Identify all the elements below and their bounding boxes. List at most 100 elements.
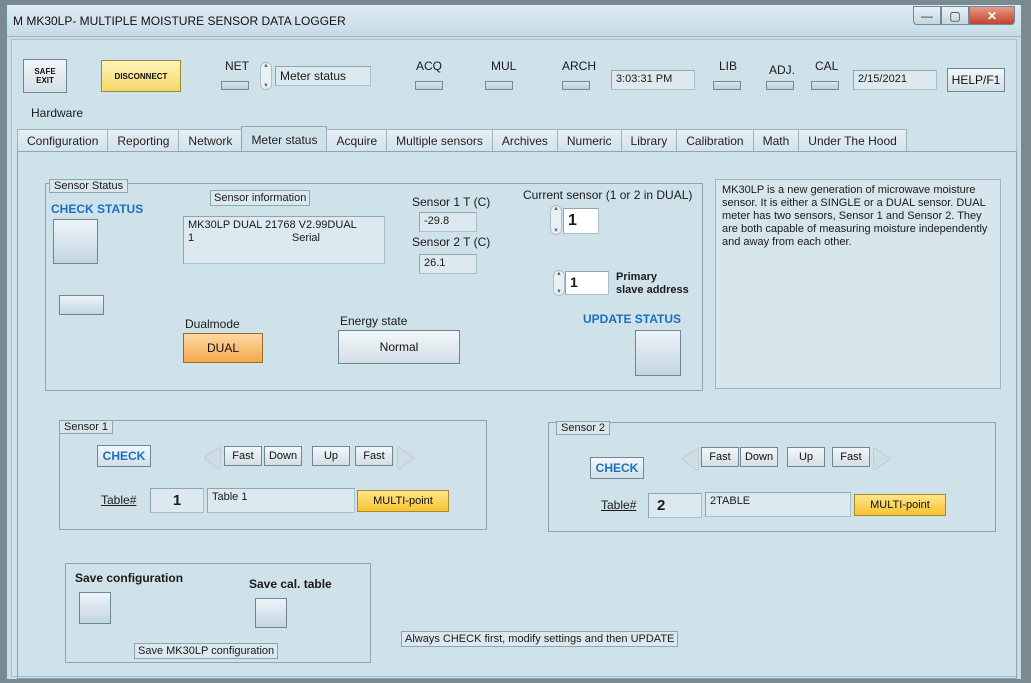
sensor1-check-button[interactable]: CHECK [97, 445, 151, 467]
sensor2-temp-value: 26.1 [419, 254, 477, 274]
mul-label: MUL [491, 59, 517, 73]
help-button[interactable]: HELP/F1 [947, 68, 1005, 92]
sensor2-table-label: Table# [601, 498, 637, 512]
tab-reporting[interactable]: Reporting [107, 129, 180, 151]
tab-multiple-sensors[interactable]: Multiple sensors [386, 129, 493, 151]
check-status-button[interactable] [53, 219, 98, 264]
sensor1-table-number[interactable]: 1 [150, 488, 204, 513]
tab-library[interactable]: Library [620, 129, 678, 151]
footer-hint: Always CHECK first, modify settings and … [401, 631, 679, 647]
sensor1-group [59, 420, 487, 530]
sensor1-fast-right-button[interactable]: Fast [355, 446, 393, 466]
mul-led [485, 81, 513, 90]
sensor1-up-button[interactable]: Up [312, 446, 350, 466]
sensor-info-field: MK30LP DUAL 21768 V2.99DUAL 1 Serial [183, 216, 385, 264]
acq-led [415, 81, 443, 90]
sensor2-temp-label: Sensor 2 T (C) [412, 235, 491, 249]
sensor2-title: Sensor 2 [556, 421, 611, 435]
disconnect-button[interactable]: DISCONNECT [101, 60, 181, 92]
tab-acquire[interactable]: Acquire [326, 129, 388, 151]
energy-state-button[interactable]: Normal [338, 330, 460, 364]
tab-meter-status[interactable]: Meter status [241, 126, 328, 151]
tab-under-the-hood[interactable]: Under The Hood [798, 129, 907, 151]
sensor2-down-button[interactable]: Down [740, 447, 778, 467]
current-sensor-spinner[interactable]: ▲ ▼ [550, 205, 562, 235]
sensor2-up-button[interactable]: Up [787, 447, 825, 467]
update-status-button[interactable] [635, 330, 681, 376]
slave-address-input[interactable]: 1 [565, 271, 609, 295]
save-cal-table-label: Save cal. table [249, 577, 332, 591]
sensor2-fast-right-button[interactable]: Fast [832, 447, 870, 467]
arch-led [562, 81, 590, 90]
sensor2-table-name: 2TABLE [705, 492, 851, 517]
adj-label: ADJ. [769, 63, 796, 77]
sensor1-multipoint-button[interactable]: MULTI-point [357, 490, 449, 512]
sensor1-down-button[interactable]: Down [264, 446, 302, 466]
tab-network[interactable]: Network [178, 129, 243, 151]
maximize-icon[interactable]: ▢ [941, 6, 969, 25]
net-label: NET [225, 59, 249, 73]
save-configuration-label: Save configuration [75, 571, 184, 585]
energy-state-label: Energy state [340, 314, 408, 328]
adj-led [766, 81, 794, 90]
tab-configuration[interactable]: Configuration [17, 129, 109, 151]
save-cal-table-button[interactable] [255, 598, 287, 628]
sensor2-next-icon[interactable] [874, 448, 890, 470]
current-sensor-label: Current sensor (1 or 2 in DUAL) [523, 188, 693, 202]
main-window: M MK30LP- MULTIPLE MOISTURE SENSOR DATA … [6, 4, 1022, 680]
tab-bar: Configuration Reporting Network Meter st… [17, 126, 907, 151]
sensor-info-unit: 1 [188, 232, 195, 244]
safe-exit-button[interactable]: SAFE EXIT [23, 59, 67, 93]
status-indicator [59, 295, 104, 315]
cal-label: CAL [815, 59, 839, 73]
sensor2-multipoint-button[interactable]: MULTI-point [854, 494, 946, 516]
window-title: M MK30LP- MULTIPLE MOISTURE SENSOR DATA … [13, 14, 346, 28]
hardware-label: Hardware [31, 106, 84, 120]
description-box: MK30LP is a new generation of microwave … [715, 179, 1001, 389]
sensor1-next-icon[interactable] [398, 447, 414, 469]
cal-led [811, 81, 839, 90]
sensor2-prev-icon[interactable] [682, 448, 698, 470]
sensor2-check-button[interactable]: CHECK [590, 457, 644, 479]
dualmode-button[interactable]: DUAL [183, 333, 263, 363]
save-mk30lp-config-label: Save MK30LP configuration [134, 643, 279, 659]
sensor1-title: Sensor 1 [59, 420, 114, 434]
lib-led [713, 81, 741, 90]
slave-address-spinner[interactable]: ▲ ▼ [553, 270, 565, 296]
tab-numeric[interactable]: Numeric [556, 129, 622, 151]
tab-math[interactable]: Math [752, 129, 800, 151]
sensor2-fast-left-button[interactable]: Fast [701, 447, 739, 467]
tab-selector-spinner[interactable]: ▲ ▼ [260, 62, 272, 90]
date-field: 2/15/2021 [853, 70, 937, 90]
check-status-label: CHECK STATUS [51, 202, 144, 216]
close-icon[interactable]: ✕ [969, 6, 1015, 25]
sensor1-fast-left-button[interactable]: Fast [224, 446, 262, 466]
sensor1-temp-label: Sensor 1 T (C) [412, 195, 491, 209]
acq-label: ACQ [416, 59, 443, 73]
lib-label: LIB [719, 59, 738, 73]
title-bar: M MK30LP- MULTIPLE MOISTURE SENSOR DATA … [7, 5, 1021, 37]
dualmode-label: Dualmode [185, 317, 240, 331]
sensor-info-label: Sensor information [210, 190, 311, 206]
current-sensor-input[interactable]: 1 [563, 208, 599, 234]
minimize-icon[interactable]: — [913, 6, 941, 25]
tab-archives[interactable]: Archives [491, 129, 558, 151]
sensor1-table-name: Table 1 [207, 488, 355, 513]
save-configuration-button[interactable] [79, 592, 111, 624]
sensor-info-serial: Serial [291, 232, 320, 244]
primary-label: Primary [616, 271, 657, 283]
sensor2-table-number[interactable]: 2 [648, 493, 702, 518]
sensor1-table-label: Table# [101, 493, 137, 507]
net-led [221, 81, 249, 90]
sensor1-prev-icon[interactable] [204, 447, 220, 469]
window-controls: — ▢ ✕ [913, 6, 1015, 25]
sensor-info-model: MK30LP DUAL 21768 V2.99DUAL [188, 219, 357, 231]
tab-selector-field[interactable]: Meter status [275, 66, 371, 86]
update-status-label: UPDATE STATUS [583, 312, 681, 326]
tab-calibration[interactable]: Calibration [676, 129, 754, 151]
slave-address-label: slave address [616, 284, 689, 296]
sensor1-temp-value: -29.8 [419, 212, 477, 232]
sensor-status-title: Sensor Status [49, 179, 129, 193]
clock-time: 3:03:31 PM [611, 70, 695, 90]
arch-label: ARCH [562, 59, 597, 73]
